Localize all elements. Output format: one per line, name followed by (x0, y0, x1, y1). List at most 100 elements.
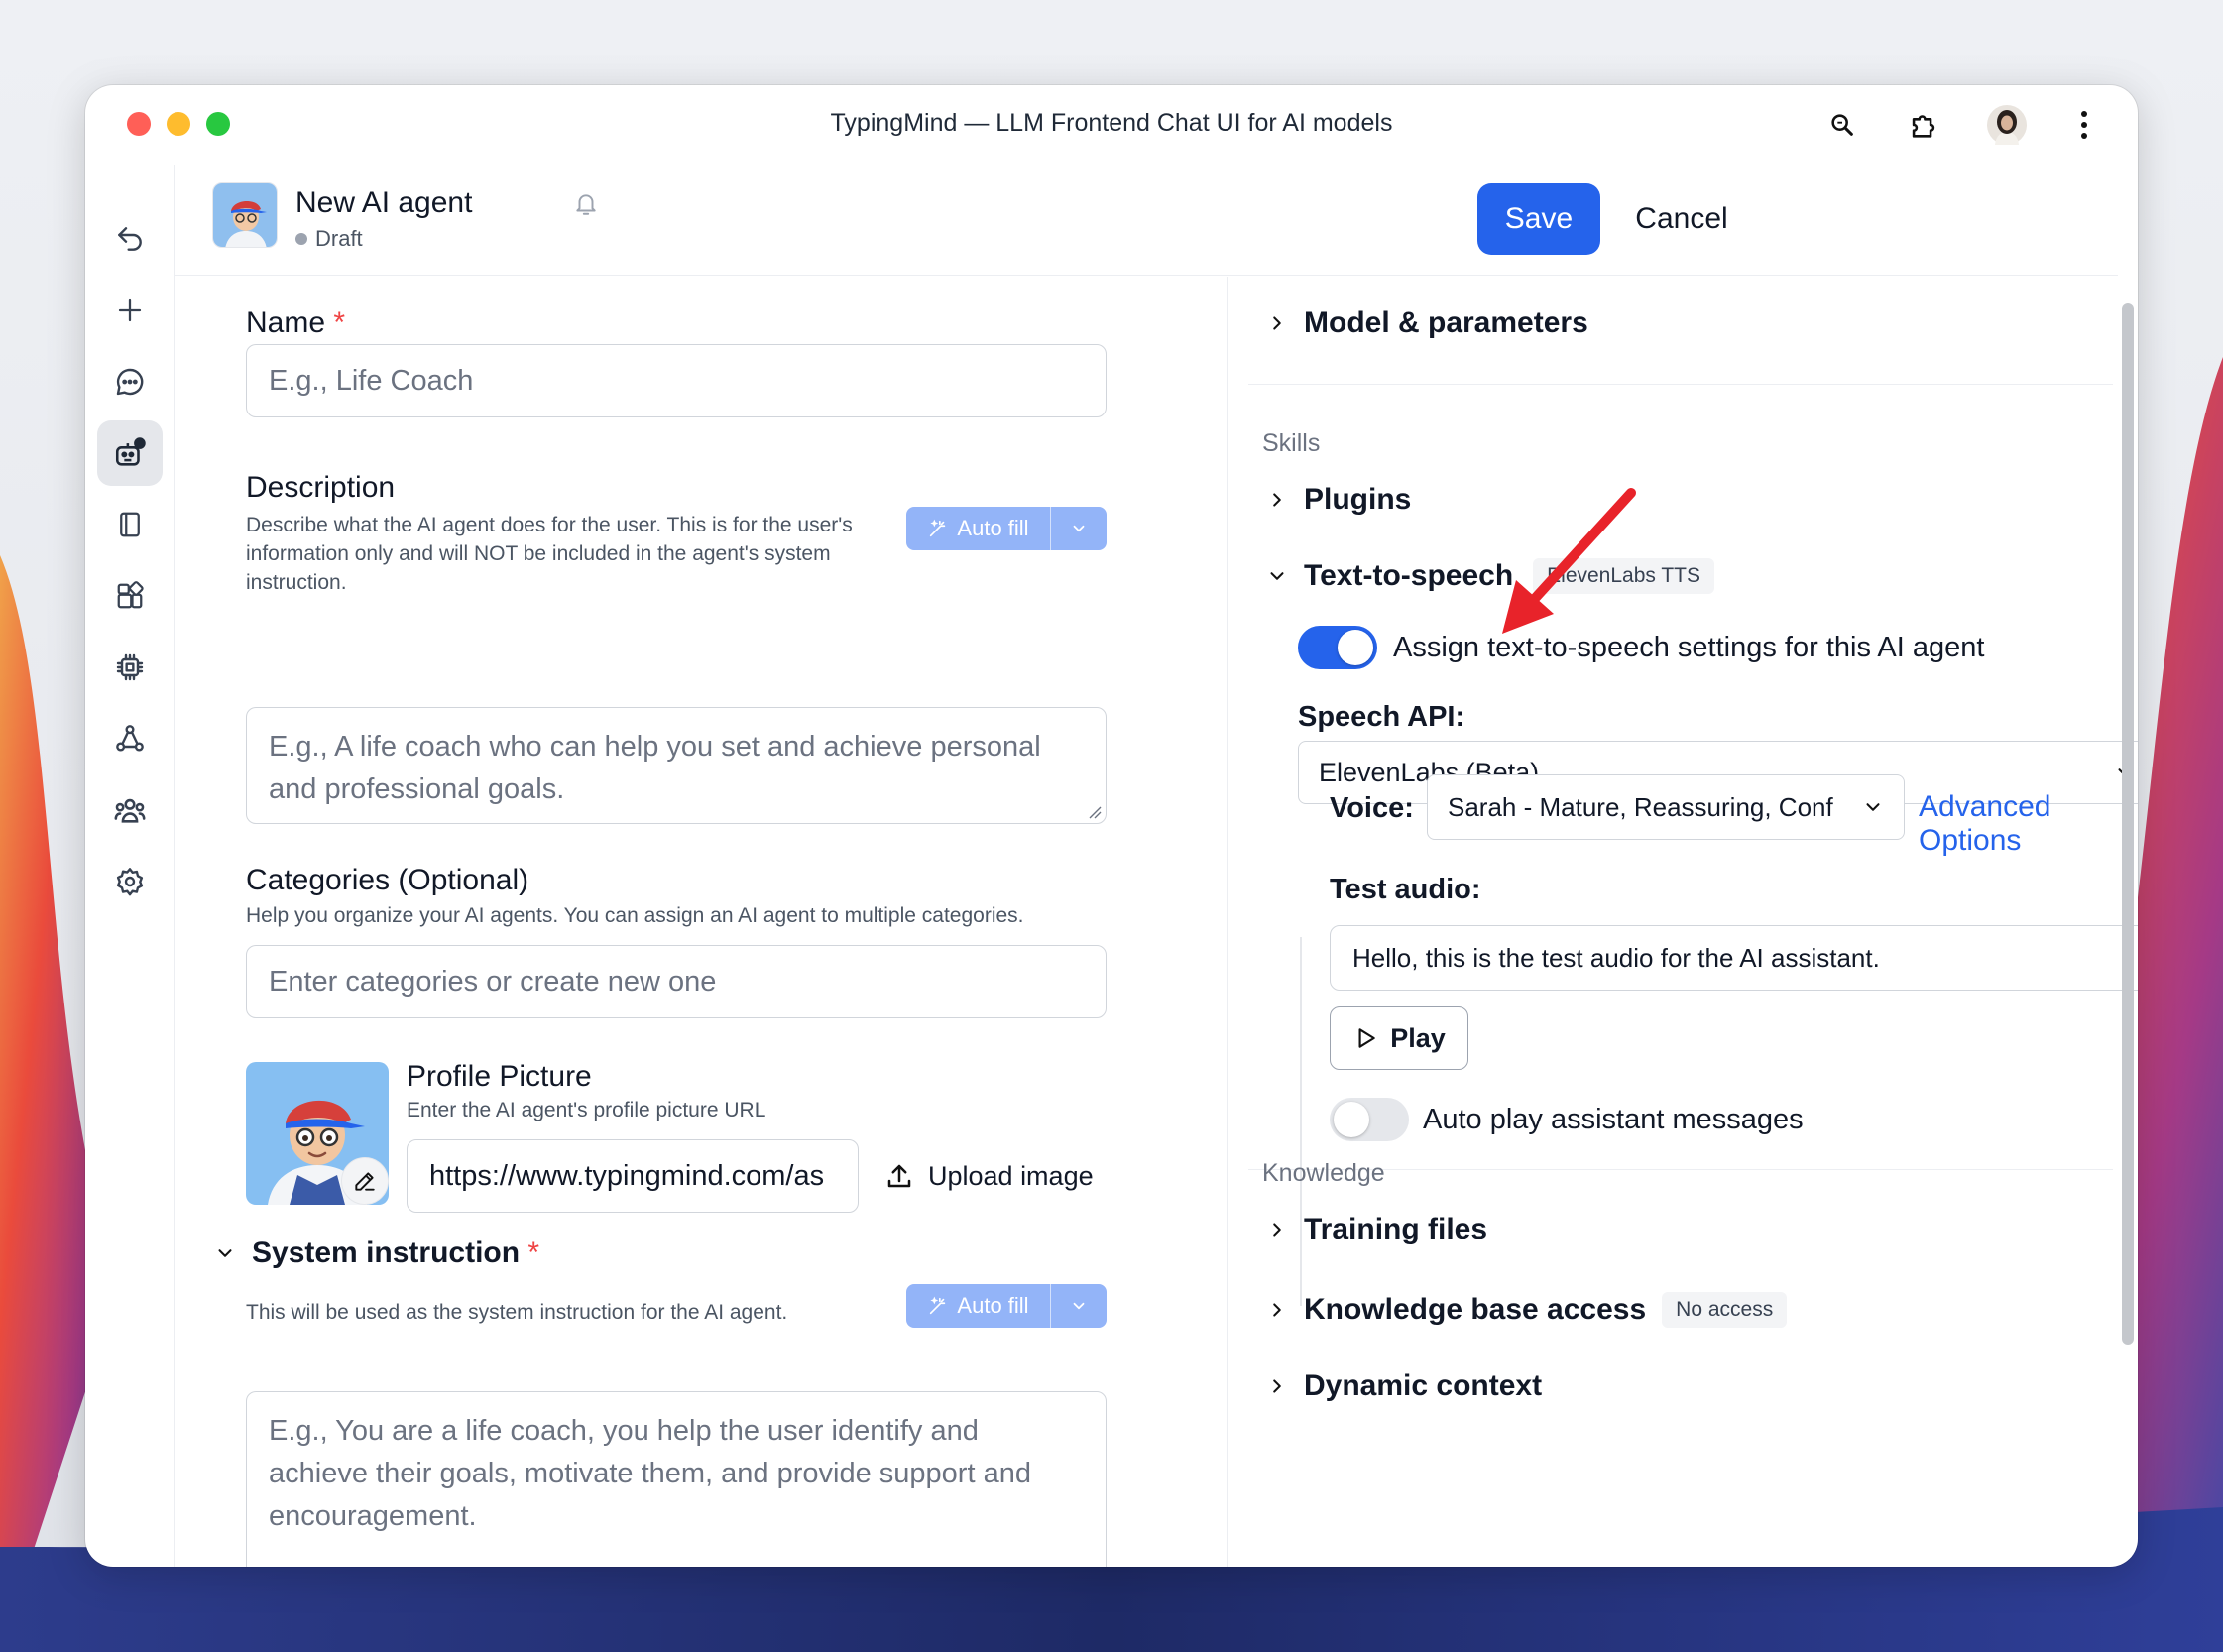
chevron-right-icon (1266, 312, 1288, 334)
autofill-dropdown-toggle[interactable] (1051, 1284, 1107, 1328)
autofill-main[interactable]: Auto fill (906, 507, 1051, 550)
magic-wand-icon (930, 1296, 946, 1315)
description-autofill-button[interactable]: Auto fill (906, 507, 1107, 550)
prompts-icon[interactable] (97, 492, 163, 557)
categories-placeholder: Enter categories or create new one (269, 965, 717, 998)
system-instruction-placeholder: E.g., You are a life coach, you help the… (269, 1415, 1031, 1532)
status-dot-icon (295, 233, 307, 245)
plugins-section[interactable]: Plugins (1266, 483, 1411, 517)
chevron-down-icon (1266, 565, 1288, 587)
toggle-knob (1334, 1102, 1369, 1137)
magic-wand-icon (930, 519, 946, 537)
autofill-dropdown-toggle[interactable] (1051, 507, 1107, 550)
tts-title: Text-to-speech (1304, 559, 1514, 592)
training-files-title: Training files (1304, 1213, 1488, 1245)
plugins-title: Plugins (1304, 483, 1412, 516)
plugins-icon[interactable] (97, 563, 163, 629)
voice-select[interactable]: Sarah - Mature, Reassuring, Conf (1427, 774, 1905, 840)
settings-icon[interactable] (97, 849, 163, 914)
description-help: Describe what the AI agent does for the … (246, 514, 853, 594)
autoplay-toggle[interactable] (1330, 1098, 1409, 1141)
model-parameters-title: Model & parameters (1304, 306, 1588, 339)
test-audio-label: Test audio: (1330, 874, 1481, 905)
categories-input[interactable]: Enter categories or create new one (246, 945, 1107, 1018)
cancel-button[interactable]: Cancel (1622, 183, 1741, 255)
test-audio-value: Hello, this is the test audio for the AI… (1352, 942, 1880, 973)
agent-settings-panel: Model & parameters Skills Plugins Text-t… (1228, 277, 2138, 1567)
sidebar: N (85, 165, 175, 1567)
profile-picture-help: Enter the AI agent's profile picture URL (407, 1099, 766, 1121)
name-label: Name * (246, 306, 345, 340)
agent-title: New AI agent (295, 186, 473, 219)
app-window: TypingMind — LLM Frontend Chat UI for AI… (85, 85, 2138, 1567)
required-mark: * (527, 1237, 540, 1269)
upload-label: Upload image (928, 1160, 1094, 1191)
bell-icon[interactable] (573, 190, 599, 223)
play-button[interactable]: Play (1330, 1006, 1468, 1070)
autofill-main[interactable]: Auto fill (906, 1284, 1051, 1328)
knowledge-group-label: Knowledge (1262, 1159, 1385, 1187)
back-icon[interactable] (97, 206, 163, 272)
user-avatar[interactable] (1987, 105, 2027, 145)
teams-icon[interactable] (97, 777, 163, 843)
new-chat-icon[interactable] (97, 278, 163, 343)
scrollbar[interactable] (2116, 194, 2138, 1567)
system-instruction-autofill-button[interactable]: Auto fill (906, 1284, 1107, 1328)
annotation-arrow (1502, 488, 1636, 634)
chevron-down-icon (1866, 803, 1880, 811)
voice-value: Sarah - Mature, Reassuring, Conf (1448, 791, 1833, 822)
profile-picture-url-input[interactable]: https://www.typingmind.com/as (407, 1139, 859, 1213)
status-text: Draft (315, 226, 363, 251)
scrollbar-thumb[interactable] (2122, 303, 2134, 1345)
profile-picture-preview[interactable] (246, 1062, 389, 1205)
advanced-options-link[interactable]: Advanced Options (1919, 790, 2121, 858)
tts-section[interactable]: Text-to-speech ElevenLabs TTS (1266, 558, 1715, 594)
chevron-right-icon (1266, 1219, 1288, 1240)
system-instruction-toggle[interactable]: System instruction * (214, 1237, 539, 1270)
models-icon[interactable] (97, 635, 163, 700)
knowledge-icon[interactable] (97, 706, 163, 771)
knowledge-base-access-section[interactable]: Knowledge base access No access (1266, 1292, 1788, 1328)
search-icon[interactable] (1822, 105, 1862, 145)
skills-group-label: Skills (1262, 429, 1321, 457)
status-badge: Draft (295, 226, 363, 252)
description-textarea[interactable]: E.g., A life coach who can help you set … (246, 707, 1107, 824)
save-button[interactable]: Save (1477, 183, 1600, 255)
description-placeholder: E.g., A life coach who can help you set … (269, 731, 1041, 805)
voice-label: Voice: (1330, 792, 1414, 824)
categories-label: Categories (Optional) (246, 864, 529, 896)
model-parameters-section[interactable]: Model & parameters (1266, 306, 1588, 340)
chat-icon[interactable] (97, 349, 163, 414)
resize-handle-icon[interactable] (1088, 805, 1102, 819)
toggle-knob (1338, 630, 1373, 665)
system-instruction-label-text: System instruction (252, 1237, 521, 1269)
autofill-label: Auto fill (957, 516, 1029, 540)
play-icon (1358, 1028, 1375, 1048)
dynamic-context-title: Dynamic context (1304, 1369, 1543, 1402)
dynamic-context-section[interactable]: Dynamic context (1266, 1369, 1542, 1403)
agent-header: New AI agent Draft Save Cancel (175, 165, 2118, 276)
test-audio-input[interactable]: Hello, this is the test audio for the AI… (1330, 925, 2138, 991)
chevron-down-icon (214, 1242, 236, 1264)
agents-icon[interactable] (97, 420, 163, 486)
pencil-icon (355, 1172, 375, 1191)
name-label-text: Name (246, 306, 326, 339)
more-vertical-icon[interactable] (2064, 105, 2104, 145)
training-files-section[interactable]: Training files (1266, 1213, 1487, 1246)
chevron-down-icon (1073, 1302, 1085, 1310)
chevron-right-icon (1266, 1299, 1288, 1321)
extension-icon[interactable] (1904, 105, 1943, 145)
kb-access-badge: No access (1662, 1292, 1788, 1328)
title-bar: TypingMind — LLM Frontend Chat UI for AI… (85, 85, 2138, 165)
autoplay-label: Auto play assistant messages (1423, 1104, 1804, 1135)
chevron-right-icon (1266, 489, 1288, 511)
name-input[interactable]: E.g., Life Coach (246, 344, 1107, 417)
voice-settings-border (1300, 937, 1302, 1306)
upload-image-button[interactable]: Upload image (884, 1153, 1094, 1199)
edit-picture-button[interactable] (341, 1157, 389, 1205)
system-instruction-textarea[interactable]: E.g., You are a life coach, you help the… (246, 1391, 1107, 1567)
profile-picture-url: https://www.typingmind.com/as (429, 1159, 825, 1192)
name-placeholder: E.g., Life Coach (269, 364, 474, 397)
assign-tts-toggle[interactable] (1298, 626, 1377, 669)
agent-form: Name * E.g., Life Coach Description Desc… (175, 277, 1228, 1567)
